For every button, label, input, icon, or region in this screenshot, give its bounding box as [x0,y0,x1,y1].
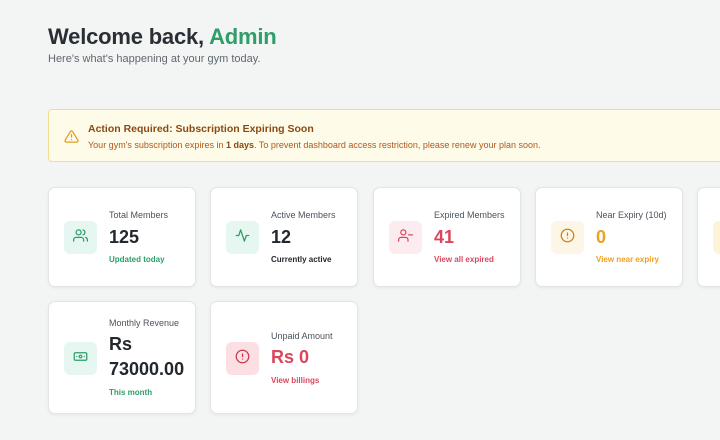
alert-text-after: . To prevent dashboard access restrictio… [253,140,541,150]
monthly-revenue-icon-box [64,342,97,375]
monthly-revenue-value: 73000.00 [109,359,185,379]
card-active-members[interactable]: Active Members 12 Currently active [210,187,358,287]
users-icon [73,228,88,248]
view-near-expiry-link[interactable]: View near expiry [596,255,659,264]
active-members-value: 12 [271,227,292,247]
warning-triangle-icon [64,129,79,144]
alert-circle-icon [235,349,250,369]
monthly-revenue-label: Monthly Revenue [109,318,180,328]
total-members-label: Total Members [109,210,169,220]
near-expiry-icon-box [551,221,584,254]
total-members-sub: Updated today [109,255,165,264]
monthly-revenue-sub: This month [109,388,153,397]
view-billings-link[interactable]: View billings [271,376,319,385]
alert-circle-icon [560,228,575,248]
card-expired-members[interactable]: Expired Members 41 View all expired [373,187,521,287]
near-expiry-value: 0 [596,227,607,247]
unpaid-amount-icon-box [226,342,259,375]
expired-members-label: Expired Members [434,210,505,220]
monthly-revenue-currency: Rs [109,334,133,354]
welcome-greeting: Welcome back, [48,24,204,49]
card-near-expiry[interactable]: Near Expiry (10d) 0 View near expiry [535,187,683,287]
user-minus-icon [398,228,413,248]
alert-message: Your gym's subscription expires in 1 day… [88,140,540,150]
card-unpaid-amount[interactable]: Unpaid Amount Rs 0 View billings [210,301,358,414]
alert-title: Action Required: Subscription Expiring S… [88,123,314,135]
unpaid-amount-label: Unpaid Amount [271,331,333,341]
expired-members-value: 41 [434,227,455,247]
active-members-label: Active Members [271,210,336,220]
activity-icon [235,228,250,248]
card-total-members[interactable]: Total Members 125 Updated today [48,187,196,287]
expired-members-icon-box [389,221,422,254]
unpaid-amount-value: Rs 0 [271,347,310,367]
subscription-alert: Action Required: Subscription Expiring S… [48,109,720,162]
view-all-expired-link[interactable]: View all expired [434,255,494,264]
partial-icon-box [713,221,720,254]
alert-text-before: Your gym's subscription expires in [88,140,226,150]
banknote-icon [73,349,88,369]
near-expiry-label: Near Expiry (10d) [596,210,667,220]
card-monthly-revenue[interactable]: Monthly Revenue Rs 73000.00 This month [48,301,196,414]
welcome-user-name: Admin [209,24,277,49]
welcome-heading: Welcome back, Admin [48,24,277,50]
alert-days: 1 days [225,140,254,150]
total-members-icon-box [64,221,97,254]
total-members-value: 125 [109,227,140,247]
welcome-subtitle: Here's what's happening at your gym toda… [48,53,261,65]
card-partial[interactable] [697,187,720,287]
active-members-icon-box [226,221,259,254]
active-members-sub: Currently active [271,255,332,264]
